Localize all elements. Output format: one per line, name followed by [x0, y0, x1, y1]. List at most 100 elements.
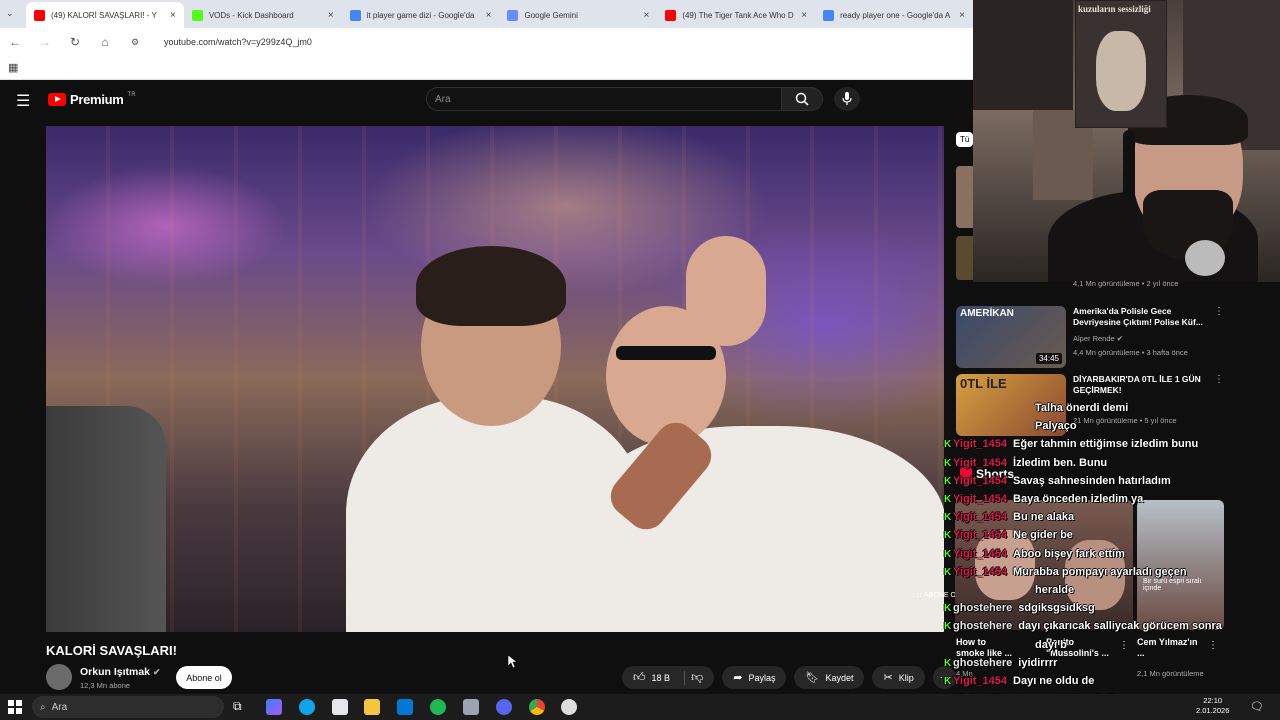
- tab-title: Google Gemini: [524, 10, 578, 20]
- share-button[interactable]: ➦ Paylaş: [722, 666, 787, 689]
- chat-text: Palyaço: [1035, 420, 1077, 433]
- tab-strip: (49) KALORİ SAVAŞLARI! - Y × VODs - Kick D…: [0, 0, 973, 28]
- tab-close-icon[interactable]: ×: [801, 10, 807, 21]
- url-field[interactable]: youtube.com/watch?v=y299z4Q_jm0: [164, 37, 312, 47]
- chat-username[interactable]: Yigit_1454: [953, 566, 1007, 578]
- browser-tab[interactable]: (49) The Tiger Tank Ace Who D ×: [657, 2, 815, 28]
- clip-button[interactable]: ✂ Klip: [872, 666, 925, 689]
- rec-menu-icon[interactable]: ⋮: [1214, 306, 1224, 317]
- person-edge-left: [46, 406, 166, 632]
- store-icon[interactable]: [332, 699, 348, 715]
- windows-logo: [8, 700, 22, 714]
- tab-title: VODs - Kick Dashboard: [208, 10, 294, 20]
- edge-icon[interactable]: [299, 699, 315, 715]
- tab-close-icon[interactable]: ×: [170, 10, 176, 21]
- youtube-logo[interactable]: Premium TR: [48, 92, 136, 107]
- back-icon[interactable]: ←: [8, 35, 22, 49]
- discord-icon[interactable]: [496, 699, 512, 715]
- rec-menu-icon[interactable]: ⋮: [1214, 374, 1224, 385]
- channel-name[interactable]: Orkun Işıtmak ✔: [80, 666, 161, 678]
- copilot-icon[interactable]: [266, 699, 282, 715]
- tab-close-icon[interactable]: ×: [328, 10, 334, 21]
- filter-chip-all[interactable]: Tü: [956, 132, 974, 147]
- like-count: 18 B: [651, 672, 671, 683]
- notifications-icon[interactable]: 🗨︎: [1250, 700, 1264, 713]
- tab-favicon-icon: [665, 9, 677, 21]
- browser-tab[interactable]: ready player one - Google'da A ×: [815, 2, 973, 28]
- task-view-icon[interactable]: ⧉: [233, 699, 249, 715]
- chat-username[interactable]: Yigit_1454: [953, 548, 1007, 560]
- site-info-icon[interactable]: ⚙: [128, 37, 142, 48]
- rec-channel-name: Alper Rende: [1073, 334, 1115, 343]
- kick-badge-icon: K: [944, 657, 952, 669]
- tab-search-icon[interactable]: ⌄: [6, 8, 14, 19]
- forward-icon[interactable]: →: [38, 35, 52, 49]
- rec-meta: 4,4 Mn görüntüleme • 3 hafta önce: [1073, 348, 1188, 357]
- poster-face: [1096, 31, 1146, 111]
- rec-title: DİYARBAKIR'DA 0TL İLE 1 GÜN GEÇİRMEK!: [1073, 374, 1201, 395]
- search-icon: [795, 92, 809, 106]
- chat-username[interactable]: Yigit_1454: [953, 511, 1007, 523]
- chat-username[interactable]: Yigit_1454: [953, 675, 1007, 687]
- chrome-icon[interactable]: [529, 699, 545, 715]
- rec-thumbnail: AMERİKAN 34:45: [956, 306, 1066, 368]
- chat-text: Savaş sahnesinden hatırladım: [1013, 474, 1171, 487]
- kick-badge-icon: K: [944, 530, 952, 542]
- tab-close-icon[interactable]: ×: [643, 10, 649, 21]
- menu-icon[interactable]: ☰: [16, 91, 30, 111]
- person-right-shirt: [576, 426, 944, 632]
- browser-tab[interactable]: Google Gemini ×: [499, 2, 657, 28]
- chat-message: K Yigit_1454 Aboo bişey fark ettim: [944, 548, 1125, 560]
- subscribe-button[interactable]: Abone ol: [176, 666, 232, 689]
- voice-search-button[interactable]: [834, 87, 860, 111]
- taskbar-search[interactable]: ⌕ Ara: [32, 696, 224, 718]
- browser-tab[interactable]: (49) KALORİ SAVAŞLARI! - Y ×: [26, 2, 184, 28]
- reload-icon[interactable]: ↻: [68, 35, 82, 49]
- file-explorer-icon[interactable]: [364, 699, 380, 715]
- tab-favicon-icon: [349, 9, 361, 21]
- share-label: Paylaş: [748, 672, 776, 683]
- app-icon[interactable]: [561, 699, 577, 715]
- chat-username[interactable]: Yigit_1454: [953, 475, 1007, 487]
- thumbs-down-icon[interactable]: 👎︎: [691, 670, 703, 685]
- chat-username[interactable]: ghostehere: [953, 620, 1012, 632]
- chat-text: sdgiksgsidksg: [1018, 602, 1095, 615]
- save-label: Kaydet: [825, 672, 854, 683]
- chat-username[interactable]: ghostehere: [953, 602, 1012, 614]
- tab-close-icon[interactable]: ×: [486, 10, 492, 21]
- video-player[interactable]: [46, 126, 944, 632]
- chat-username[interactable]: Yigit_1454: [953, 457, 1007, 469]
- logo-region: TR: [127, 92, 136, 98]
- chat-username[interactable]: ghostehere: [953, 657, 1012, 669]
- chat-text: dayı çıkarıcak salliycak görücem sonra: [1018, 620, 1222, 633]
- home-icon[interactable]: ⌂: [98, 35, 112, 49]
- chat-text: İzledim ben. Bunu: [1013, 456, 1108, 469]
- kick-badge-icon: K: [944, 439, 952, 451]
- outlook-icon[interactable]: [397, 699, 413, 715]
- browser-tab[interactable]: it player game dizi - Google'da ×: [342, 2, 500, 28]
- search-input[interactable]: Ara: [426, 87, 782, 111]
- apps-icon[interactable]: ▦: [8, 61, 18, 74]
- windows-start-icon[interactable]: [8, 700, 22, 714]
- chat-username[interactable]: Yigit_1454: [953, 529, 1007, 541]
- browser-tab[interactable]: VODs - Kick Dashboard ×: [184, 2, 342, 28]
- chat-username[interactable]: Yigit_1454: [953, 493, 1007, 505]
- save-button[interactable]: 🔖︎ Kaydet: [794, 666, 865, 689]
- mouse-cursor-icon: [508, 655, 518, 669]
- tab-close-icon[interactable]: ×: [959, 10, 965, 21]
- kick-badge-icon: K: [944, 512, 952, 524]
- channel-avatar[interactable]: [46, 664, 72, 690]
- chat-message: heralde: [944, 584, 1074, 596]
- chat-message: K Yigit_1454 Ne gider be: [944, 529, 1073, 541]
- chat-message: Kghostehere dayı çıkarıcak salliycak görü…: [944, 620, 1222, 632]
- rec-item[interactable]: AMERİKAN 34:45 Amerika'da Polisle Gece D…: [956, 306, 1256, 372]
- search-button[interactable]: [781, 87, 823, 111]
- settings-app-icon[interactable]: [463, 699, 479, 715]
- system-clock[interactable]: 22:10 2.01.2026: [1196, 696, 1229, 716]
- tab-favicon-icon: [34, 9, 45, 21]
- spotify-icon[interactable]: [430, 699, 446, 715]
- chat-username[interactable]: Yigit_1454: [953, 438, 1007, 450]
- like-button[interactable]: 👍︎ 18 B 👎︎: [622, 666, 715, 689]
- clock-date: 2.01.2026: [1196, 706, 1230, 715]
- tab-title: (49) The Tiger Tank Ace Who D: [682, 10, 794, 20]
